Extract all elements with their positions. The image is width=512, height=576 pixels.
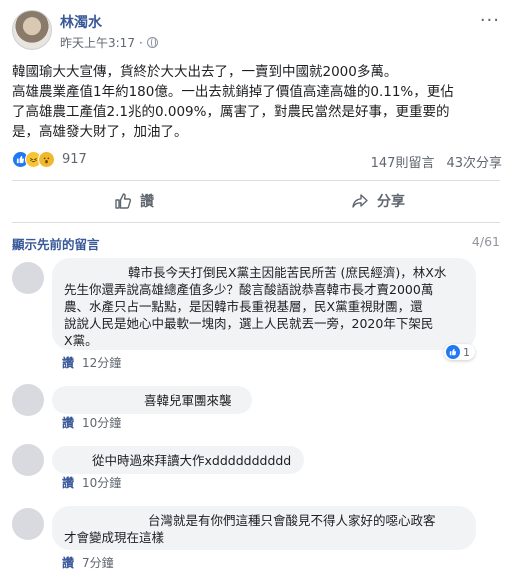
comment-meta: 讚 12分鐘 <box>62 354 121 371</box>
commenter-avatar[interactable] <box>12 508 44 540</box>
share-arrow-icon <box>352 194 368 208</box>
commenter-avatar[interactable] <box>12 262 44 294</box>
like-button-label: 讚 <box>140 194 154 210</box>
comment-meta: 讚 10分鐘 <box>62 474 121 491</box>
post-meta: 昨天上午3:17 · <box>60 34 158 51</box>
comment-bubble: 喜韓兒軍團來襲 <box>52 386 252 414</box>
comment-counter: 4/61 <box>471 234 500 249</box>
comment-meta: 讚 7分鐘 <box>62 554 114 571</box>
comment-time[interactable]: 10分鐘 <box>82 414 121 431</box>
commenter-avatar[interactable] <box>12 384 44 416</box>
comment-line: 先生你還弄說高雄總產值多少？酸言酸語說恭喜韓市長才賣2000萬 <box>64 282 434 297</box>
separator-dot: · <box>138 35 143 50</box>
comment-line: 才會變成現在這樣 <box>64 530 165 545</box>
comment-like-link[interactable]: 讚 <box>62 414 74 431</box>
comment-line: 喜韓兒軍團來襲 <box>144 393 232 408</box>
share-button[interactable]: 分享 <box>256 186 500 216</box>
globe-icon <box>146 37 158 48</box>
more-options-icon[interactable]: ··· <box>480 10 500 31</box>
comment-bubble: 韓市長今天打倒民X黨主因能苦民所苦 (庶民經濟)，林X水 先生你還弄說高雄總產值… <box>52 258 476 350</box>
commenter-name-redacted[interactable] <box>64 267 128 280</box>
comment-bubble: 從中時過來拜讀大作xdddddddddd <box>52 446 304 474</box>
author-name[interactable]: 林濁水 <box>60 12 102 32</box>
comment-line: 農、水產只占一點點，是因韓市長重視基層，民X黨重視財團，還 <box>64 299 423 314</box>
reaction-count[interactable]: 917 <box>62 152 87 167</box>
commenter-name-redacted[interactable] <box>64 455 92 468</box>
comment-like-link[interactable]: 讚 <box>62 554 74 571</box>
comment-like-count: 1 <box>463 345 470 359</box>
post-line: 了高雄農工產值2.1兆的0.009%，厲害了，對農民當然是好事，更重要的 <box>12 104 450 120</box>
divider <box>12 180 500 181</box>
commenter-avatar[interactable] <box>12 444 44 476</box>
like-icon <box>446 345 460 359</box>
post-text: 韓國瑜大大宣傳，貨終於大大出去了，一賣到中國就2000多萬。 高雄農業產值1年約… <box>12 62 502 142</box>
post-actions: 讚 分享 <box>12 186 500 216</box>
comment-meta: 讚 10分鐘 <box>62 414 121 431</box>
thumbs-up-icon <box>115 193 132 209</box>
divider <box>12 222 500 223</box>
comment-time[interactable]: 12分鐘 <box>82 354 121 371</box>
comment-like-badge[interactable]: 1 <box>444 344 475 360</box>
reactions-bar: 917 147則留言 43次分享 <box>12 150 502 171</box>
wow-icon <box>38 151 55 168</box>
post-line: 韓國瑜大大宣傳，貨終於大大出去了，一賣到中國就2000多萬。 <box>12 64 398 80</box>
like-button[interactable]: 讚 <box>12 186 256 216</box>
comments-header: 顯示先前的留言 4/61 <box>12 234 500 253</box>
comment-line: X黨。 <box>64 333 98 348</box>
comment-like-link[interactable]: 讚 <box>62 474 74 491</box>
comment-time[interactable]: 7分鐘 <box>82 554 114 571</box>
comment-bubble: 台灣就是有你們這種只會酸見不得人家好的噁心政客 才會變成現在這樣 <box>52 506 476 550</box>
comment-line: 從中時過來拜讀大作xdddddddddd <box>92 453 292 468</box>
post-header: 林濁水 昨天上午3:17 · ··· <box>12 8 500 52</box>
comment-line: 韓市長今天打倒民X黨主因能苦民所苦 (庶民經濟)，林X水 <box>64 264 464 281</box>
comment-line: 台灣就是有你們這種只會酸見不得人家好的噁心政客 <box>64 512 464 529</box>
post-line: 高雄農業產值1年約180億。一出去就銷掉了價值高達高雄的0.11%，更佔 <box>12 84 454 100</box>
commenter-name-redacted[interactable] <box>64 395 144 408</box>
comment-line: 說說人民是她心中最軟一塊肉，選上人民就丟一旁，2020年下架民 <box>64 316 434 331</box>
author-avatar[interactable] <box>12 10 52 50</box>
post-line: 是，高雄發大財了，加油了。 <box>12 124 188 140</box>
commenter-name-redacted[interactable] <box>64 515 148 528</box>
comment-count[interactable]: 147則留言 <box>371 152 435 171</box>
share-button-label: 分享 <box>377 194 405 210</box>
reaction-icons[interactable] <box>12 151 55 168</box>
post-stats: 147則留言 43次分享 <box>371 152 502 171</box>
comment-like-link[interactable]: 讚 <box>62 354 74 371</box>
share-count[interactable]: 43次分享 <box>446 152 502 171</box>
comment-time[interactable]: 10分鐘 <box>82 474 121 491</box>
post-time[interactable]: 昨天上午3:17 <box>60 34 135 51</box>
show-previous-comments-link[interactable]: 顯示先前的留言 <box>12 237 100 252</box>
